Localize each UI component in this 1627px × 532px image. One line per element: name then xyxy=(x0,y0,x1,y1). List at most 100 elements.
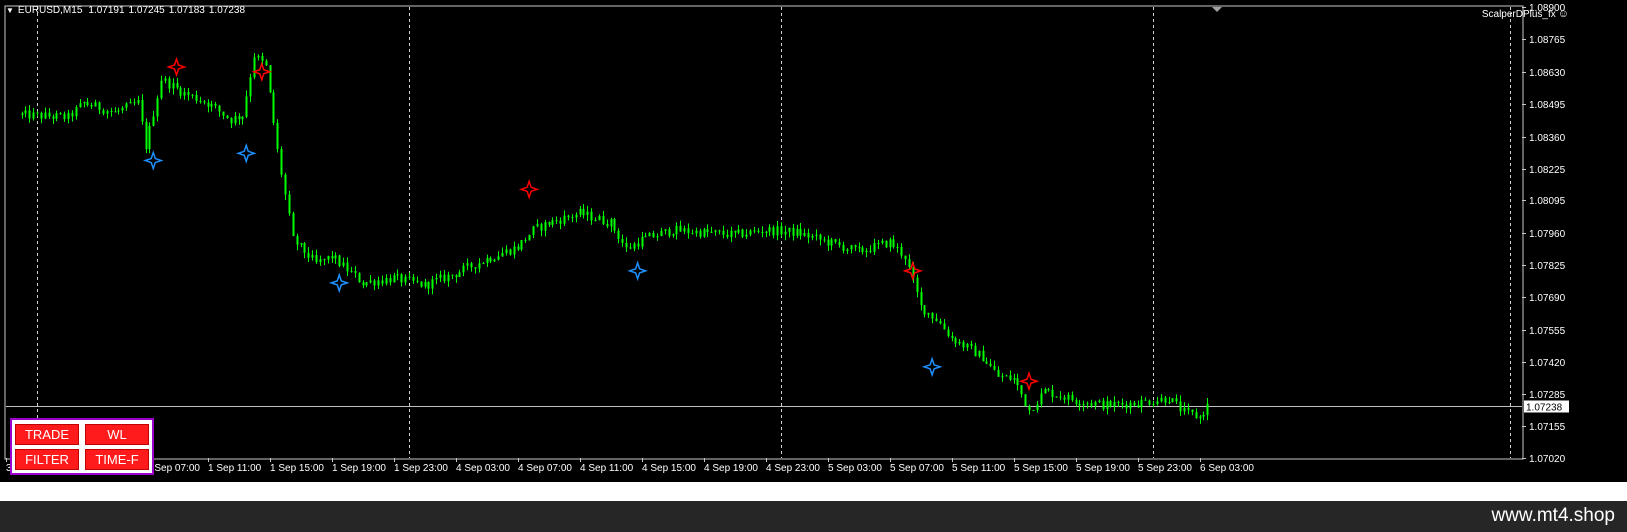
candle-body xyxy=(1106,401,1109,410)
candle-body xyxy=(443,274,446,282)
candle-body xyxy=(873,243,876,252)
candle-body xyxy=(834,239,837,243)
x-tick-label: 4 Sep 15:00 xyxy=(642,463,696,474)
candle-body xyxy=(652,233,655,238)
candle-body xyxy=(137,100,140,104)
candle-body xyxy=(892,239,895,247)
candle-body xyxy=(672,234,675,236)
candle-body xyxy=(102,110,105,114)
buy-signal-star-icon xyxy=(627,260,648,282)
candle-body xyxy=(288,194,291,214)
candle-body xyxy=(668,229,671,236)
buy-signal-star-icon xyxy=(235,142,257,164)
collapse-triangle-icon[interactable]: ▼ xyxy=(6,6,14,15)
candle-body xyxy=(44,112,47,119)
candle-body xyxy=(699,230,702,237)
trade-button[interactable]: TRADE xyxy=(15,424,79,445)
candle-body xyxy=(1078,403,1081,406)
candle-body xyxy=(431,279,434,289)
chart-canvas[interactable]: 1.089001.087651.086301.084951.083601.082… xyxy=(0,0,1627,482)
candle-body xyxy=(86,102,89,106)
candle-body xyxy=(218,105,221,112)
candle-body xyxy=(365,282,368,286)
candle-body xyxy=(927,312,930,315)
candle-body xyxy=(393,275,396,283)
candle-body xyxy=(385,277,388,284)
candle-body xyxy=(1082,404,1085,406)
candle-body xyxy=(408,276,411,278)
candle-body xyxy=(125,103,128,108)
candle-body xyxy=(156,98,159,117)
candle-body xyxy=(989,363,992,367)
candle-body xyxy=(416,280,419,282)
y-tick-label: 1.07555 xyxy=(1529,326,1566,337)
candle-body xyxy=(451,274,454,276)
x-tick-label: 4 Sep 03:00 xyxy=(456,463,510,474)
y-tick-label: 1.08630 xyxy=(1529,68,1566,79)
candle-body xyxy=(586,211,589,216)
candle-body xyxy=(846,249,849,251)
filter-button[interactable]: FILTER xyxy=(15,449,79,470)
candle-body xyxy=(1199,416,1202,419)
candle-body xyxy=(83,102,86,104)
candle-body xyxy=(172,83,175,89)
candle-body xyxy=(687,228,690,234)
candle-body xyxy=(823,239,826,241)
candle-body xyxy=(52,116,55,119)
chart-shift-marker-icon[interactable] xyxy=(1212,7,1222,12)
candle-body xyxy=(757,230,760,232)
candle-body xyxy=(1036,404,1039,411)
candle-body xyxy=(974,345,977,357)
candle-body xyxy=(943,323,946,330)
candle-body xyxy=(737,229,740,233)
candle-body xyxy=(1075,400,1078,404)
candle-body xyxy=(21,113,24,115)
candle-body xyxy=(59,113,62,115)
candle-body xyxy=(249,77,252,97)
time-filter-button[interactable]: TIME-F xyxy=(85,449,149,470)
candle-body xyxy=(303,243,306,253)
candle-body xyxy=(765,231,768,234)
candle-body xyxy=(110,110,113,112)
candle-body xyxy=(524,240,527,242)
candle-body xyxy=(478,263,481,269)
candle-body xyxy=(861,247,864,253)
candle-body xyxy=(234,116,237,124)
candle-body xyxy=(629,247,632,249)
candle-body xyxy=(978,350,981,357)
candle-body xyxy=(528,234,531,241)
wl-button[interactable]: WL xyxy=(85,424,149,445)
candle-body xyxy=(613,219,616,231)
candle-body xyxy=(923,305,926,315)
candle-body xyxy=(1175,398,1178,402)
candle-body xyxy=(575,214,578,218)
candle-body xyxy=(346,262,349,272)
candle-body xyxy=(796,228,799,236)
candle-body xyxy=(1024,394,1027,406)
candle-body xyxy=(877,243,880,245)
candle-body xyxy=(997,369,1000,377)
candle-body xyxy=(734,230,737,233)
candle-body xyxy=(148,125,151,150)
candle-body xyxy=(958,341,961,344)
candle-body xyxy=(435,277,438,280)
candle-body xyxy=(982,350,985,362)
candle-body xyxy=(214,103,217,106)
candle-body xyxy=(691,233,694,235)
candle-body xyxy=(947,329,950,336)
candle-body xyxy=(377,280,380,286)
candle-body xyxy=(900,247,903,256)
candle-body xyxy=(881,240,884,244)
candle-body xyxy=(179,87,182,96)
chart-window[interactable]: 1.08900 1.08765 1.08630 1.08495 1.08360 1.082… xyxy=(0,0,1627,482)
candle-body xyxy=(644,236,647,238)
candle-body xyxy=(493,259,496,262)
candle-body xyxy=(807,232,810,238)
candle-body xyxy=(532,226,535,235)
candle-body xyxy=(1028,405,1031,411)
indicator-label[interactable]: ScalperDPlus_fx ☺ xyxy=(1482,8,1569,20)
candle-body xyxy=(36,112,39,114)
candle-body xyxy=(1051,389,1054,397)
candle-body xyxy=(98,102,101,111)
candle-body xyxy=(1148,400,1151,405)
